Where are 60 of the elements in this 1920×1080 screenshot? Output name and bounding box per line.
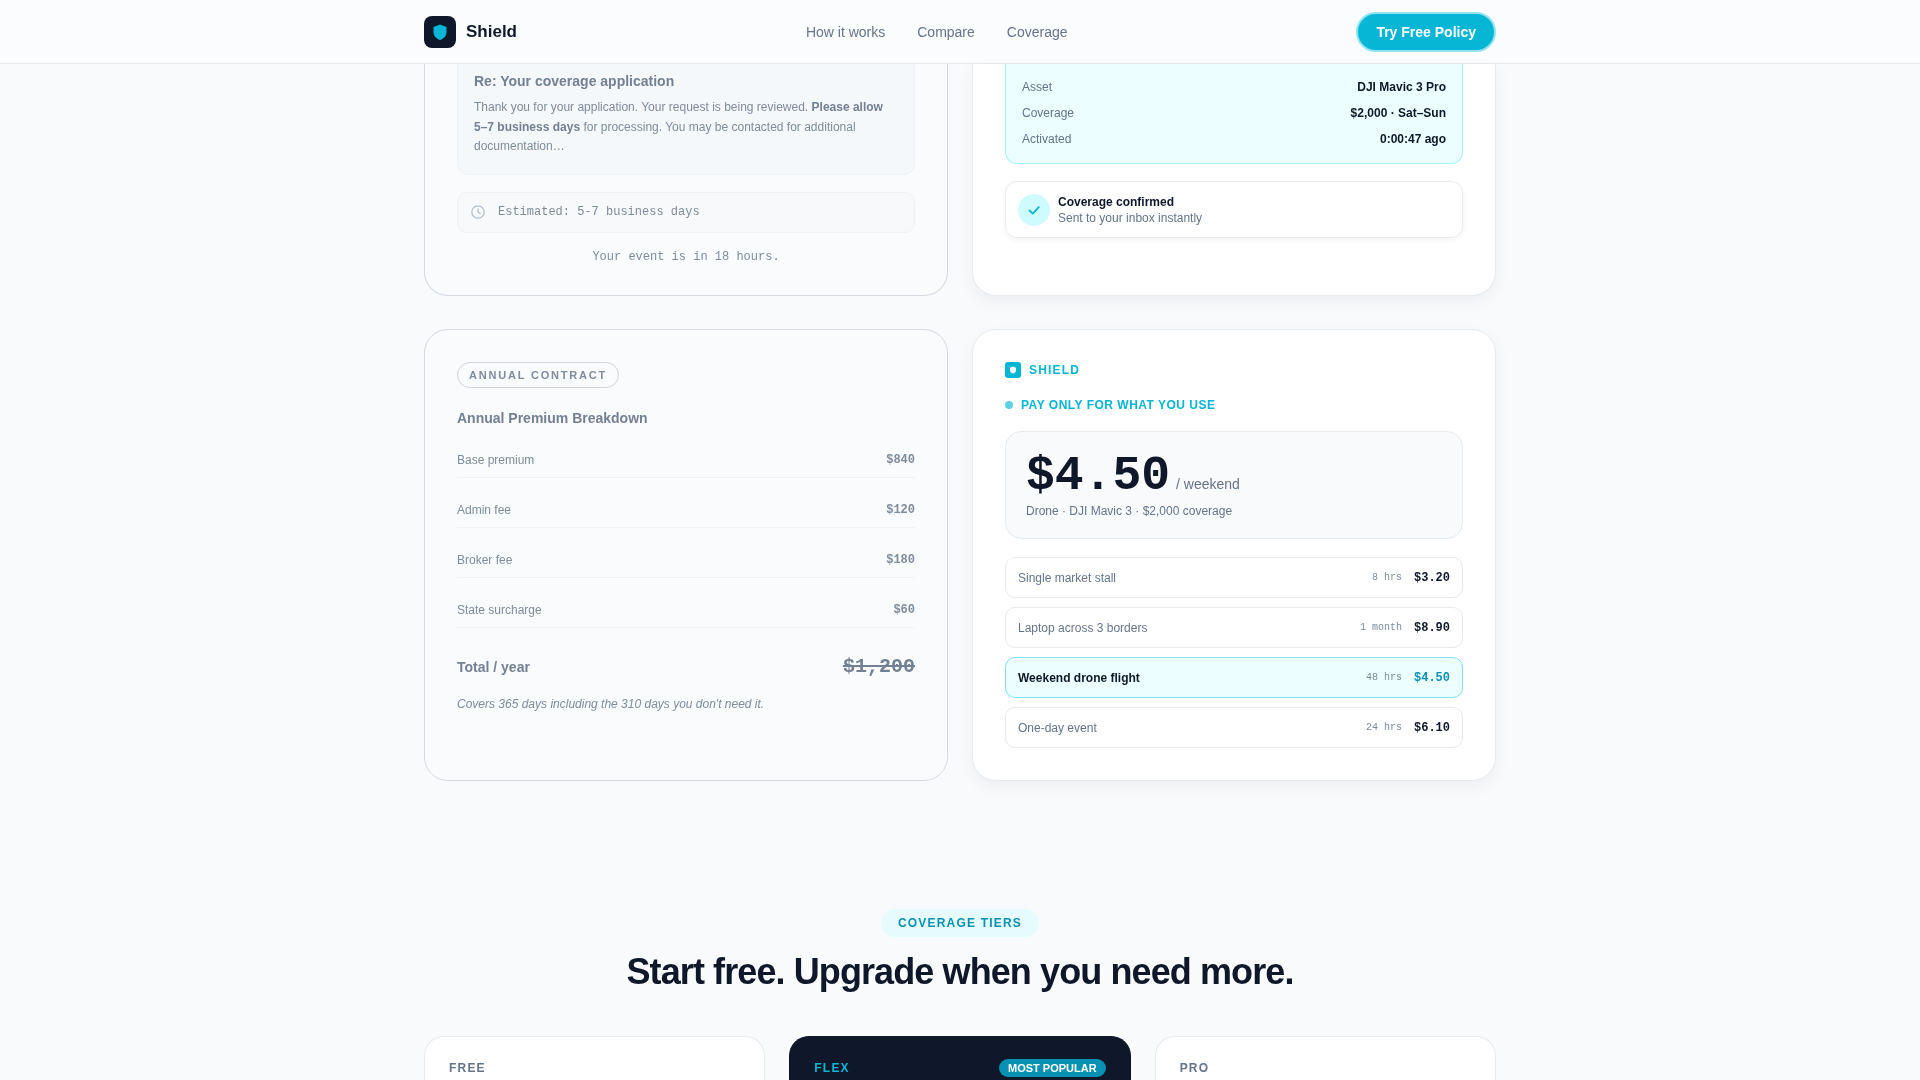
estimate-text: Estimated: 5-7 business days xyxy=(498,205,700,219)
fee-label: Broker fee xyxy=(457,552,513,568)
pricing-option[interactable]: Laptop across 3 borders 1 month $8.90 xyxy=(1005,607,1463,648)
option-duration: 48 hrs xyxy=(1365,672,1402,683)
tier-name: FREE xyxy=(449,1060,486,1076)
option-duration: 1 month xyxy=(1359,622,1402,633)
tier-name: FLEX xyxy=(814,1060,850,1076)
option-label: One-day event xyxy=(1018,720,1098,735)
fee-amount: $180 xyxy=(886,552,915,568)
confirmation-title: Coverage confirmed xyxy=(1058,193,1176,210)
fee-amount: $60 xyxy=(893,602,915,618)
detail-value: DJI Mavic 3 Pro xyxy=(1357,80,1446,94)
section-heading: Start free. Upgrade when you need more. xyxy=(626,950,1294,994)
detail-label: Asset xyxy=(1022,80,1052,94)
total-label: Total / year xyxy=(457,658,530,677)
shield-logo-icon[interactable] xyxy=(424,15,456,48)
fee-amount: $840 xyxy=(886,452,915,468)
option-duration: 8 hrs xyxy=(1371,572,1402,583)
detail-value: 0:00:47 ago xyxy=(1379,132,1446,146)
fee-amount: $120 xyxy=(886,502,915,518)
event-note: Your event is in 18 hours. xyxy=(591,248,781,265)
option-price: $4.50 xyxy=(1414,670,1450,685)
nav-link[interactable]: How it works xyxy=(805,23,886,40)
option-price: $8.90 xyxy=(1414,620,1450,635)
pricing-option[interactable]: Single market stall 8 hrs $3.20 xyxy=(1005,557,1463,598)
clock-icon xyxy=(471,205,485,219)
price-summary: Drone · DJI Mavic 3 · $2,000 coverage xyxy=(1026,503,1234,519)
option-label: Weekend drone flight xyxy=(1018,670,1141,685)
check-icon xyxy=(1018,193,1050,226)
option-label: Laptop across 3 borders xyxy=(1018,620,1149,635)
shield-icon xyxy=(1005,362,1021,378)
option-label: Single market stall xyxy=(1018,570,1118,585)
dot-icon xyxy=(1005,401,1013,409)
brand-name: Shield xyxy=(466,21,517,42)
tier-name: PRO xyxy=(1179,1060,1210,1076)
total-amount: $1,200 xyxy=(843,656,915,678)
pricing-option[interactable]: Weekend drone flight 48 hrs $4.50 xyxy=(1005,657,1463,698)
price-amount: $4.50 xyxy=(1026,452,1171,500)
brand-label: SHIELD xyxy=(1029,362,1081,378)
tagline: PAY ONLY FOR WHAT YOU USE xyxy=(1021,397,1216,413)
option-price: $6.10 xyxy=(1414,720,1450,735)
price-period: / weekend xyxy=(1176,476,1240,492)
section-eyebrow: COVERAGE TIERS xyxy=(880,909,1040,937)
confirmation-subtitle: Sent to your inbox instantly xyxy=(1058,209,1203,226)
email-body: Thank you for your application. Your request is being reviewed. Please allow 5–7 business days for processing. You may be contacted for additional documentation… xyxy=(474,99,884,155)
option-price: $3.20 xyxy=(1414,570,1450,585)
breakdown-title: Annual Premium Breakdown xyxy=(457,409,649,428)
option-duration: 24 hrs xyxy=(1365,722,1402,733)
detail-label: Activated xyxy=(1022,132,1072,146)
email-subject: Re: Your coverage application xyxy=(474,72,676,90)
footnote: Covers 365 days including the 310 days you don't need it. xyxy=(457,696,766,712)
nav-link[interactable]: Compare xyxy=(917,23,975,40)
popular-badge: MOST POPULAR xyxy=(999,1059,1106,1077)
detail-value: $2,000 · Sat–Sun xyxy=(1350,106,1446,120)
detail-label: Coverage xyxy=(1022,106,1075,120)
fee-label: State surcharge xyxy=(457,602,542,618)
fee-label: Admin fee xyxy=(457,502,512,518)
fee-label: Base premium xyxy=(457,452,535,468)
nav-link[interactable]: Coverage xyxy=(1006,23,1068,40)
pricing-option[interactable]: One-day event 24 hrs $6.10 xyxy=(1005,707,1463,748)
